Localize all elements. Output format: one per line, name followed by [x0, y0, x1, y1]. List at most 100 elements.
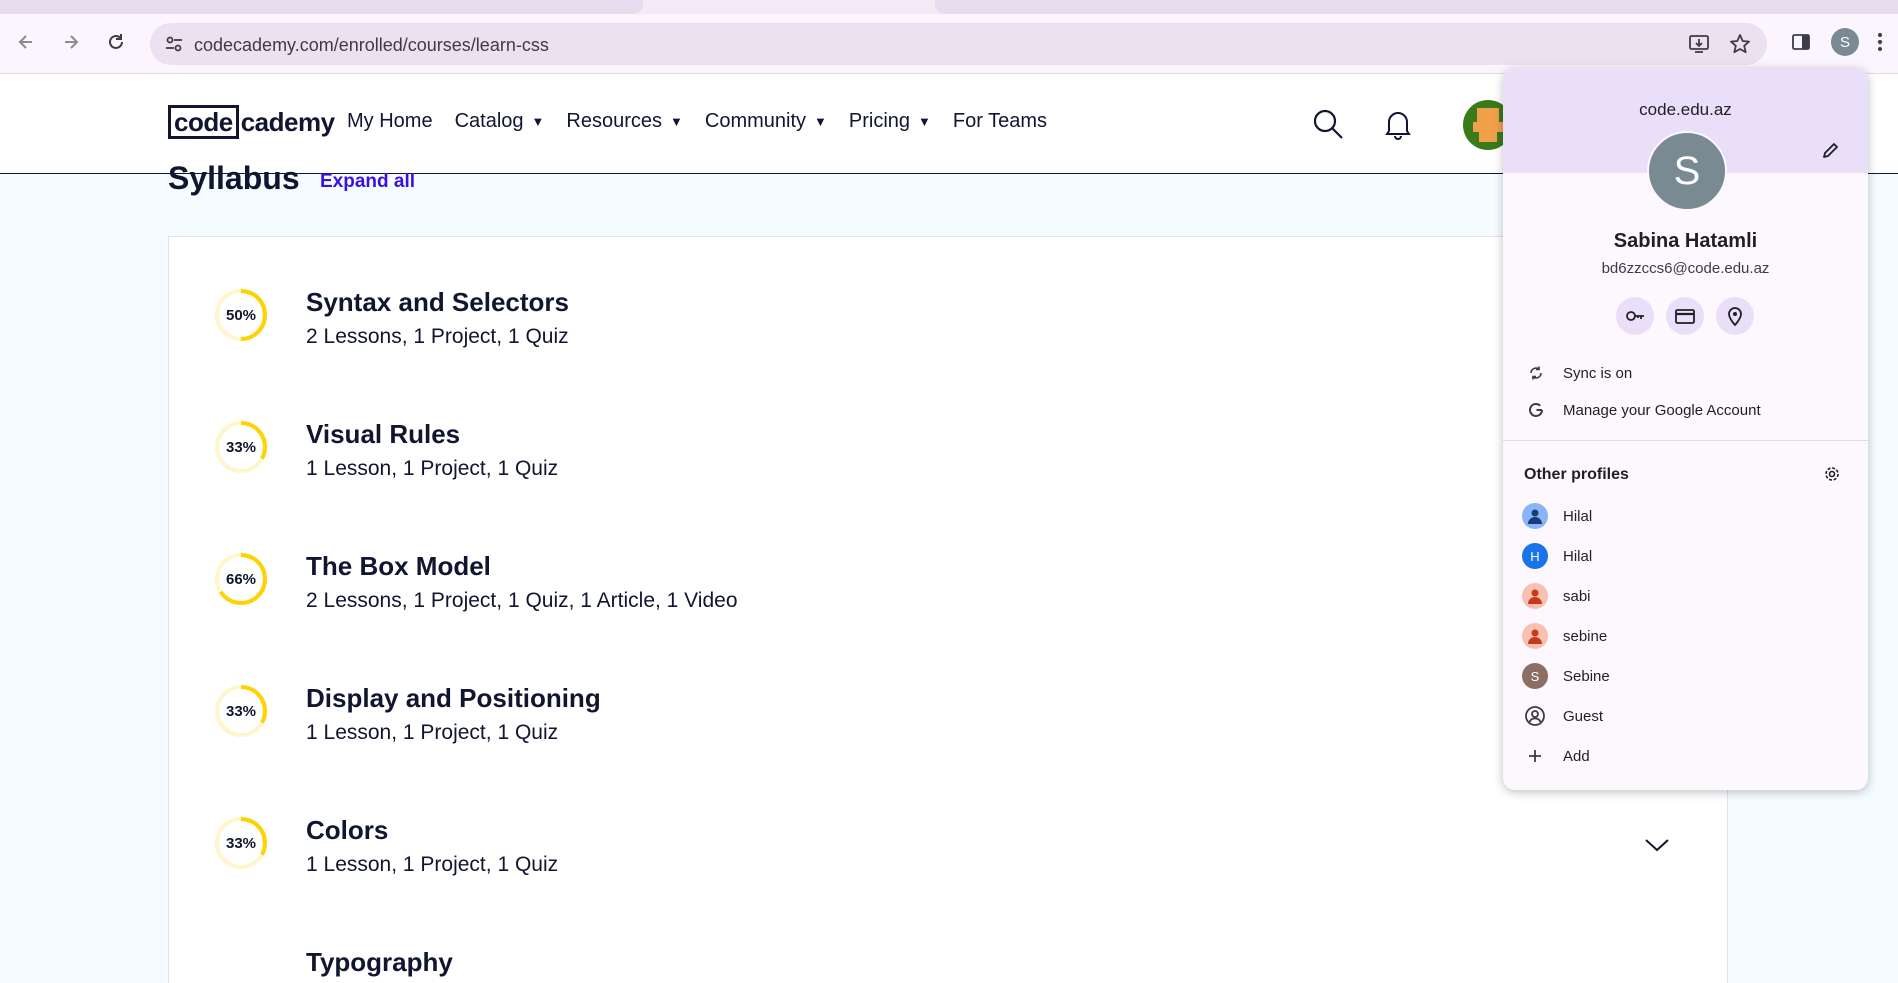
manage-account-label: Manage your Google Account	[1563, 401, 1761, 419]
other-profiles-heading: Other profiles	[1524, 466, 1629, 483]
syllabus-module[interactable]: 33% Visual Rules 1 Lesson, 1 Project, 1 …	[169, 369, 1729, 501]
key-icon	[1626, 311, 1644, 321]
bookmark-star-icon[interactable]	[1728, 32, 1752, 56]
sync-status[interactable]: Sync is on	[1503, 357, 1868, 389]
profile-button[interactable]: S	[1829, 26, 1861, 58]
syllabus-module[interactable]: Typography	[169, 897, 1729, 983]
profile-name: Hilal	[1563, 547, 1593, 565]
location-pin-icon	[1728, 307, 1742, 327]
profile-item-sebine[interactable]: sebine	[1503, 619, 1868, 653]
module-summary: 1 Lesson, 1 Project, 1 Quiz	[306, 457, 559, 480]
site-info-icon[interactable]	[164, 34, 184, 59]
caret-down-icon: ▼	[814, 114, 827, 129]
chevron-down-icon[interactable]	[1644, 837, 1670, 858]
reload-button[interactable]	[100, 26, 132, 58]
nav-label: Resources	[566, 110, 662, 132]
person-icon	[1522, 623, 1548, 649]
payment-methods-button[interactable]	[1666, 297, 1704, 335]
module-summary: 1 Lesson, 1 Project, 1 Quiz	[306, 721, 559, 744]
syllabus-card: 50% Syntax and Selectors 2 Lessons, 1 Pr…	[168, 236, 1728, 983]
progress-ring: 33%	[213, 419, 269, 475]
nav-item-resources[interactable]: Resources ▼	[566, 110, 682, 133]
person-icon	[1522, 503, 1548, 529]
progress-percent: 33%	[225, 834, 257, 852]
syllabus-module[interactable]: 50% Syntax and Selectors 2 Lessons, 1 Pr…	[169, 237, 1729, 369]
module-summary: 2 Lessons, 1 Project, 1 Quiz, 1 Article,…	[306, 589, 738, 612]
install-app-icon[interactable]	[1687, 32, 1711, 56]
tab[interactable]	[935, 0, 1898, 14]
search-button[interactable]	[1310, 106, 1346, 142]
caret-down-icon: ▼	[531, 114, 545, 129]
profile-item-sebine[interactable]: S Sebine	[1503, 659, 1868, 693]
nav-label: Catalog	[454, 110, 524, 132]
logo-boxed-text: code	[168, 105, 239, 139]
nav-item-community[interactable]: Community ▼	[705, 110, 827, 133]
progress-percent: 33%	[225, 702, 257, 720]
module-summary: 2 Lessons, 1 Project, 1 Quiz	[306, 325, 569, 348]
sync-label: Sync is on	[1563, 364, 1633, 382]
addresses-button[interactable]	[1716, 297, 1754, 335]
forward-button[interactable]	[55, 26, 87, 58]
guest-icon	[1522, 703, 1548, 729]
profile-name: sabi	[1563, 587, 1591, 605]
manage-google-account[interactable]: Manage your Google Account	[1503, 394, 1868, 426]
letter-avatar: S	[1522, 663, 1548, 689]
back-button[interactable]	[10, 26, 42, 58]
passwords-button[interactable]	[1616, 297, 1654, 335]
tab[interactable]	[0, 0, 643, 14]
module-title[interactable]: The Box Model	[306, 551, 491, 582]
syllabus-module[interactable]: 33% Colors 1 Lesson, 1 Project, 1 Quiz	[169, 765, 1729, 897]
address-bar[interactable]: codecademy.com/enrolled/courses/learn-cs…	[150, 23, 1767, 65]
profile-item-sabi[interactable]: sabi	[1503, 579, 1868, 613]
nav-label: Pricing	[848, 110, 911, 132]
person-icon	[1522, 583, 1548, 609]
expand-all-link[interactable]: Expand all	[320, 171, 415, 193]
module-summary: 1 Lesson, 1 Project, 1 Quiz	[306, 853, 559, 876]
profile-name: Sebine	[1563, 667, 1610, 685]
avatar: S	[1831, 28, 1859, 56]
progress-percent: 33%	[225, 438, 257, 456]
nav-label: My Home	[347, 110, 433, 132]
syllabus-module[interactable]: 66% The Box Model 2 Lessons, 1 Project, …	[169, 501, 1729, 633]
profile-domain: code.edu.az	[1639, 100, 1732, 119]
menu-button[interactable]	[1870, 26, 1890, 58]
profile-item-hilal[interactable]: H Hilal	[1503, 539, 1868, 573]
module-title[interactable]: Syntax and Selectors	[306, 287, 569, 318]
url-text[interactable]: codecademy.com/enrolled/courses/learn-cs…	[194, 35, 549, 56]
edit-pencil-icon[interactable]	[1821, 140, 1841, 165]
main-nav: My Home Catalog ▼ Resources ▼ Community ▼ P…	[347, 110, 1069, 133]
nav-label: For Teams	[952, 110, 1048, 132]
add-profile[interactable]: Add	[1503, 739, 1868, 773]
plus-icon	[1522, 743, 1548, 769]
bell-icon	[1385, 112, 1411, 140]
nav-item-pricing[interactable]: Pricing ▼	[849, 110, 931, 133]
profile-item-hilal[interactable]: Hilal	[1503, 499, 1868, 533]
divider	[1503, 440, 1868, 441]
profile-name: sebine	[1563, 627, 1608, 645]
module-title[interactable]: Display and Positioning	[306, 683, 601, 714]
progress-ring: 50%	[213, 287, 269, 343]
progress-ring: 33%	[213, 683, 269, 739]
codecademy-logo[interactable]: code cademy	[168, 104, 335, 140]
nav-item-for-teams[interactable]: For Teams	[953, 110, 1047, 133]
logo-text: cademy	[240, 106, 335, 137]
syllabus-heading: Syllabus	[168, 160, 300, 196]
profile-name: Guest	[1563, 707, 1604, 725]
progress-percent: 66%	[225, 570, 257, 588]
caret-down-icon: ▼	[670, 114, 683, 129]
arrow-left-icon	[18, 35, 32, 49]
notifications-button[interactable]	[1380, 106, 1416, 142]
module-title[interactable]: Visual Rules	[306, 419, 460, 450]
profile-item-guest[interactable]: Guest	[1503, 699, 1868, 733]
module-title[interactable]: Colors	[306, 815, 388, 846]
nav-item-my-home[interactable]: My Home	[347, 110, 433, 133]
sync-icon	[1525, 362, 1547, 384]
gear-icon[interactable]	[1823, 465, 1841, 488]
side-panel-button[interactable]	[1785, 26, 1817, 58]
syllabus-module[interactable]: 33% Display and Positioning 1 Lesson, 1 …	[169, 633, 1729, 765]
browser-toolbar: codecademy.com/enrolled/courses/learn-cs…	[0, 14, 1898, 74]
caret-down-icon: ▼	[918, 114, 931, 129]
module-title[interactable]: Typography	[306, 947, 453, 978]
nav-item-catalog[interactable]: Catalog ▼	[455, 110, 545, 133]
profile-name: Sabina Hatamli	[1613, 230, 1758, 252]
